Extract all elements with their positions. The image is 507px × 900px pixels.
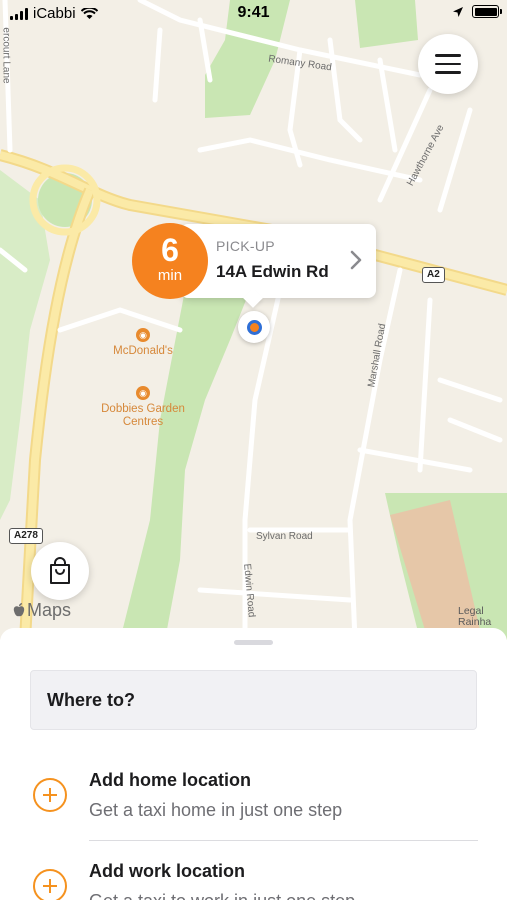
status-time: 9:41 bbox=[237, 4, 270, 21]
status-bar: iCabbi 9:41 bbox=[0, 0, 507, 28]
status-right-icons bbox=[452, 5, 502, 18]
add-home-subtitle: Get a taxi home in just one step bbox=[89, 800, 343, 820]
legal-link[interactable]: Legal Rainha bbox=[458, 606, 491, 628]
add-circle-icon bbox=[33, 778, 67, 812]
eta-value: 6 bbox=[161, 232, 179, 268]
hamburger-icon-bar bbox=[435, 62, 461, 66]
pickup-label: PICK-UP bbox=[216, 238, 275, 254]
map-view[interactable]: Romany Road Hawthorne Ave Marshall Road … bbox=[0, 0, 507, 640]
hamburger-icon-bar bbox=[435, 54, 461, 57]
maps-attribution[interactable]: Maps bbox=[13, 600, 71, 621]
pickup-callout[interactable]: PICK-UP 14A Edwin Rd bbox=[180, 224, 376, 298]
bottom-sheet: Where to? Add home location Get a taxi h… bbox=[0, 628, 507, 900]
poi-mcdonalds[interactable]: ◉ McDonald's bbox=[105, 328, 181, 358]
basket-button[interactable] bbox=[31, 542, 89, 600]
restaurant-icon: ◉ bbox=[136, 328, 150, 342]
eta-badge: 6 min bbox=[132, 223, 208, 299]
add-home-title: Add home location bbox=[89, 770, 251, 790]
chevron-right-icon bbox=[350, 250, 362, 270]
add-home-location-item[interactable]: Add home location Get a taxi home in jus… bbox=[0, 758, 507, 848]
add-circle-icon bbox=[33, 869, 67, 900]
add-work-location-item[interactable]: Add work location Get a taxi to work in … bbox=[0, 849, 507, 900]
legal-label-2: Rainha bbox=[458, 616, 492, 628]
shop-icon: ◉ bbox=[136, 386, 150, 400]
pickup-address: 14A Edwin Rd bbox=[216, 262, 329, 281]
poi-label-line2: Centres bbox=[122, 416, 164, 428]
poi-dobbies[interactable]: ◉ Dobbies Garden Centres bbox=[88, 386, 198, 429]
maps-attribution-label: Maps bbox=[27, 600, 72, 620]
list-divider bbox=[89, 840, 478, 841]
road-shield-a278: A278 bbox=[9, 528, 43, 544]
sheet-grabber-handle[interactable] bbox=[234, 640, 273, 645]
location-arrow-icon bbox=[453, 6, 463, 17]
add-work-title: Add work location bbox=[89, 861, 246, 881]
eta-unit: min bbox=[157, 267, 183, 284]
apple-logo-icon bbox=[13, 603, 25, 617]
shopping-bag-icon bbox=[50, 557, 70, 584]
hamburger-icon-bar bbox=[435, 71, 461, 74]
menu-button[interactable] bbox=[418, 34, 478, 94]
battery-icon bbox=[472, 5, 502, 18]
street-label-sylvan-road: Sylvan Road bbox=[256, 531, 313, 542]
poi-label-line1: Dobbies Garden bbox=[101, 403, 185, 415]
road-shield-a2: A2 bbox=[422, 267, 445, 283]
street-label-court-lane: ercourt Lane bbox=[0, 27, 12, 84]
current-location-marker bbox=[238, 311, 270, 343]
search-placeholder: Where to? bbox=[47, 690, 135, 710]
add-work-subtitle: Get a taxi to work in just one step bbox=[89, 891, 355, 900]
poi-label: McDonald's bbox=[113, 345, 173, 357]
destination-search-input[interactable]: Where to? bbox=[30, 670, 477, 730]
